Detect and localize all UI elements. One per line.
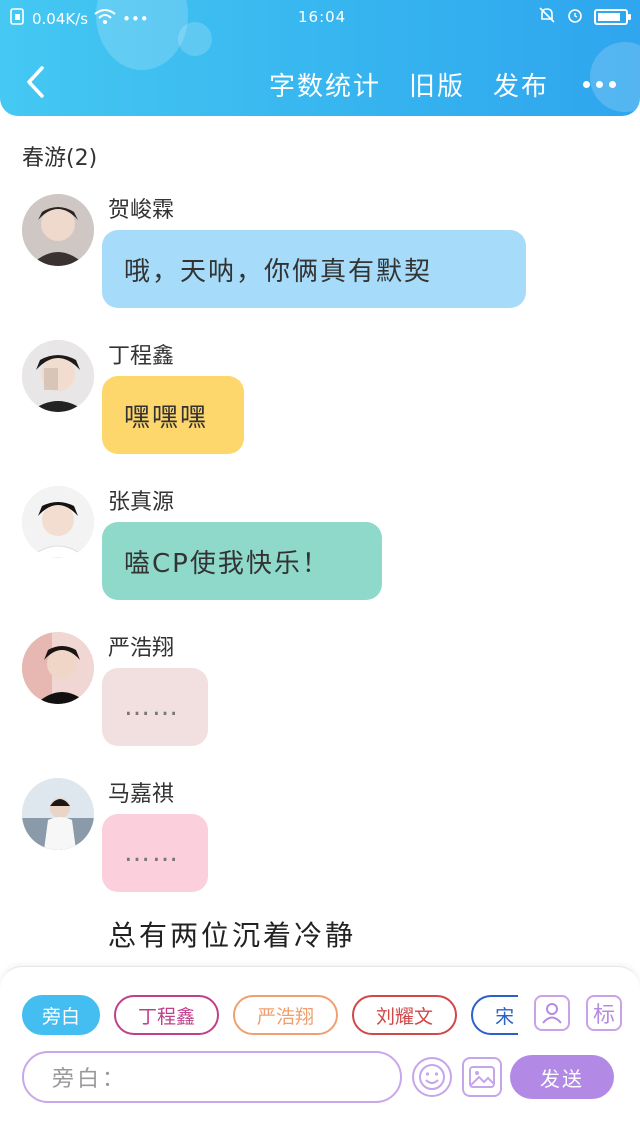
role-chip-list[interactable]: 旁白 丁程鑫 严浩翔 刘耀文 宋: [22, 995, 518, 1039]
emoji-button[interactable]: [412, 1057, 452, 1097]
narration-text: 总有两位沉着冷静: [108, 919, 357, 952]
back-button[interactable]: [22, 64, 52, 100]
more-menu-button[interactable]: [583, 81, 616, 88]
alarm-icon: [566, 6, 584, 28]
message-bubble[interactable]: 哦，天呐，你俩真有默契: [102, 230, 526, 308]
avatar[interactable]: [22, 632, 94, 704]
tag-button[interactable]: 标: [586, 995, 622, 1031]
image-icon: [469, 1066, 495, 1088]
chevron-left-icon: [27, 66, 44, 98]
app-header: 0.04K/s ••• 16:04 字数统计 旧版 发布: [0, 0, 640, 116]
message-input[interactable]: 旁白：: [22, 1051, 402, 1103]
sender-name: 丁程鑫: [108, 344, 175, 369]
role-chip[interactable]: 宋: [471, 995, 518, 1035]
message-bubble[interactable]: 嘿嘿嘿: [102, 376, 244, 454]
send-button[interactable]: 发送: [510, 1055, 614, 1099]
image-button[interactable]: [462, 1057, 502, 1097]
nav-bar: 字数统计 旧版 发布: [0, 52, 640, 112]
sender-name: 严浩翔: [108, 636, 175, 661]
sender-name: 贺峻霖: [108, 198, 175, 223]
publish-button[interactable]: 发布: [493, 66, 549, 103]
message-bubble[interactable]: ……: [102, 668, 208, 746]
sim-icon: [10, 8, 26, 30]
character-button[interactable]: [534, 995, 570, 1031]
avatar[interactable]: [22, 194, 94, 266]
battery-icon: [594, 9, 631, 25]
role-chip[interactable]: 丁程鑫: [114, 995, 220, 1035]
sender-name: 马嘉祺: [108, 782, 175, 807]
message-bubble[interactable]: 嗑CP使我快乐！: [102, 522, 382, 600]
mute-bell-icon: [538, 6, 556, 28]
role-chip[interactable]: 刘耀文: [352, 995, 458, 1035]
person-icon: [542, 1003, 562, 1024]
message-bubble[interactable]: ……: [102, 814, 208, 892]
word-count-button[interactable]: 字数统计: [269, 66, 381, 103]
role-chip[interactable]: 严浩翔: [233, 995, 339, 1035]
avatar[interactable]: [22, 778, 94, 850]
sender-name: 张真源: [108, 490, 175, 515]
status-bar: 0.04K/s ••• 16:04: [0, 0, 640, 34]
old-version-button[interactable]: 旧版: [409, 66, 465, 103]
avatar[interactable]: [22, 340, 94, 412]
clock: 16:04: [298, 8, 347, 26]
role-chip-narrator[interactable]: 旁白: [22, 995, 101, 1035]
wifi-icon: [94, 9, 116, 29]
network-speed: 0.04K/s: [32, 10, 89, 28]
group-title: 春游(2): [22, 146, 98, 171]
avatar[interactable]: [22, 486, 94, 558]
composer-panel: 旁白 丁程鑫 严浩翔 刘耀文 宋 标 旁白： 发送: [0, 966, 640, 1138]
more-status-icon: •••: [122, 10, 149, 28]
smiley-icon: [419, 1064, 445, 1090]
